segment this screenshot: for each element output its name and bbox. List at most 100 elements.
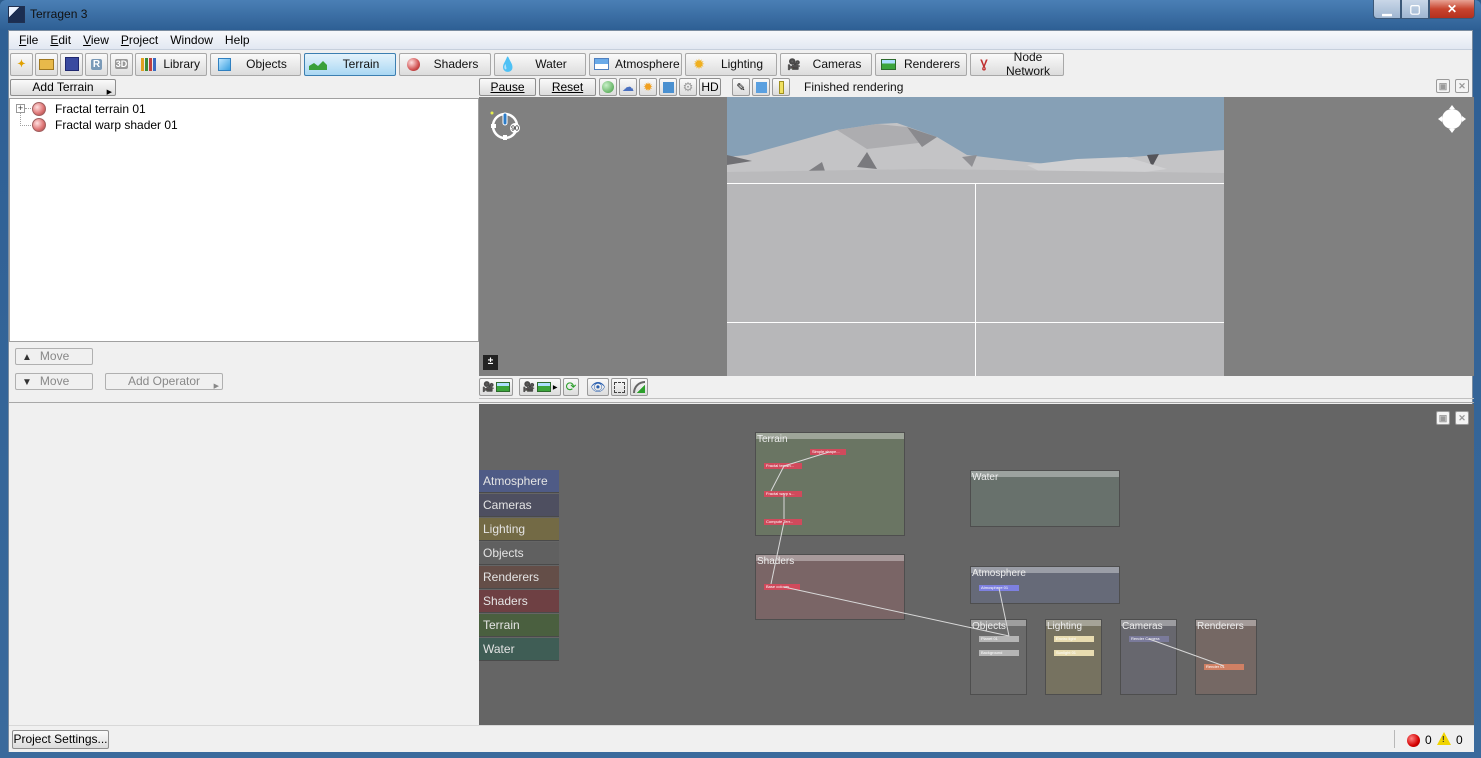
expand-icon[interactable]: + bbox=[16, 104, 25, 113]
tab-terrain[interactable]: Terrain bbox=[304, 52, 396, 76]
view-toggle-button[interactable]: 👁 bbox=[587, 378, 609, 396]
object-tool-button[interactable] bbox=[752, 78, 770, 96]
hd-toggle[interactable]: HD bbox=[699, 78, 721, 96]
project-settings-button[interactable]: Project Settings... bbox=[12, 730, 109, 749]
project-settings-label: Project Settings... bbox=[13, 732, 108, 746]
maximize-icon: ▢ bbox=[1409, 2, 1421, 16]
render-preview-button[interactable]: R bbox=[85, 52, 108, 76]
menu-help[interactable]: Help bbox=[219, 33, 256, 47]
warning-mark: ! bbox=[1442, 735, 1445, 744]
add-terrain-button[interactable]: Add Terrain ▶ bbox=[10, 79, 116, 96]
node-network-maximize-button[interactable]: ▣ bbox=[1436, 411, 1450, 425]
curve-icon bbox=[632, 381, 645, 393]
move-up-button[interactable]: ▲ Move bbox=[15, 348, 93, 365]
menu-bar: File Edit View Project Window Help bbox=[9, 31, 1472, 50]
node-network-close-button[interactable]: ✕ bbox=[1455, 411, 1469, 425]
tree-item-fractal-warp-shader[interactable]: Fractal warp shader 01 bbox=[32, 117, 178, 133]
tab-label: Water bbox=[535, 57, 567, 71]
detail-preview-toggle[interactable]: ⚙ bbox=[679, 78, 697, 96]
tab-cameras[interactable]: 🎥 Cameras bbox=[780, 52, 872, 76]
tab-renderers[interactable]: Renderers bbox=[875, 52, 967, 76]
error-icon[interactable] bbox=[1407, 734, 1420, 747]
client-area: File Edit View Project Window Help ✦ R 3D Lib… bbox=[8, 30, 1474, 752]
viewport-divider bbox=[479, 398, 1474, 399]
menu-accelerator: P bbox=[120, 33, 129, 47]
close-icon: ✕ bbox=[1458, 81, 1466, 91]
menu-label-rest: ile bbox=[26, 33, 39, 47]
arrow-up-icon: ▲ bbox=[22, 352, 32, 363]
add-operator-button[interactable]: Add Operator ▶ bbox=[105, 373, 223, 390]
cloud-preview-toggle[interactable]: ☁ bbox=[619, 78, 637, 96]
floppy-disk-icon bbox=[64, 57, 79, 71]
render-status-text: Finished rendering bbox=[804, 80, 904, 94]
books-icon bbox=[140, 56, 157, 72]
cube-icon bbox=[662, 81, 674, 93]
tree-item-label: Fractal warp shader 01 bbox=[55, 118, 178, 132]
tab-shaders[interactable]: Shaders bbox=[399, 52, 491, 76]
3d-preview-viewport[interactable]: 90 ± bbox=[479, 97, 1474, 376]
title-bar[interactable]: Terragen 3 ▁ ▢ ✕ bbox=[0, 0, 1481, 28]
menu-view[interactable]: View bbox=[77, 33, 115, 47]
exposure-toggle-icon[interactable]: ± bbox=[483, 355, 498, 370]
render-preview bbox=[727, 97, 1224, 376]
tab-lighting[interactable]: ✹ Lighting bbox=[685, 52, 777, 76]
node-wire bbox=[783, 586, 1010, 637]
tree-item-fractal-terrain[interactable]: Fractal terrain 01 bbox=[32, 101, 146, 117]
ruler-tool-button[interactable] bbox=[772, 78, 790, 96]
node-network-view[interactable]: Atmosphere Cameras Lighting Objects Renderer… bbox=[479, 404, 1474, 725]
close-icon: ✕ bbox=[1458, 413, 1466, 423]
water-drop-icon: 💧 bbox=[499, 55, 517, 72]
lighting-preview-toggle[interactable]: ✹ bbox=[639, 78, 657, 96]
copy-camera-to-render-button[interactable]: 🎥 bbox=[479, 378, 514, 396]
3d-preview-button[interactable]: 3D bbox=[110, 52, 133, 76]
camera-menu-button[interactable]: 🎥 ▶ bbox=[519, 378, 561, 396]
tab-water[interactable]: 💧 Water bbox=[494, 52, 586, 76]
move-down-button[interactable]: ▼ Move bbox=[15, 373, 93, 390]
reset-button[interactable]: Reset bbox=[539, 78, 596, 96]
save-project-button[interactable] bbox=[60, 52, 83, 76]
menu-label-rest: iew bbox=[90, 33, 109, 47]
warning-count: 0 bbox=[1456, 733, 1463, 747]
terrain-list-panel: Add Terrain ▶ + Fractal terrain 01 Fracta… bbox=[9, 79, 479, 399]
error-count: 0 bbox=[1425, 733, 1432, 747]
curve-tool-button[interactable] bbox=[629, 378, 648, 396]
pause-button[interactable]: Pause bbox=[479, 78, 536, 96]
compass-icon[interactable]: 90 bbox=[488, 109, 520, 141]
viewport-maximize-button[interactable]: ▣ bbox=[1436, 79, 1450, 93]
viewport-close-button[interactable]: ✕ bbox=[1455, 79, 1469, 93]
open-project-button[interactable] bbox=[35, 52, 58, 76]
minimize-button[interactable]: ▁ bbox=[1373, 0, 1401, 19]
node-wire bbox=[998, 587, 1010, 637]
terrain-icon bbox=[309, 56, 327, 72]
tab-label: Objects bbox=[246, 57, 287, 71]
status-bar: Project Settings... 0 ! 0 bbox=[9, 725, 1474, 752]
add-operator-label: Add Operator bbox=[127, 374, 201, 388]
maximize-button[interactable]: ▢ bbox=[1401, 0, 1429, 19]
tab-library[interactable]: Library bbox=[135, 52, 207, 76]
refresh-view-button[interactable]: ⟳ bbox=[562, 378, 580, 396]
menu-edit[interactable]: Edit bbox=[44, 33, 77, 47]
folder-open-icon bbox=[39, 58, 54, 70]
frame-view-button[interactable] bbox=[610, 378, 628, 396]
minimize-icon: ▁ bbox=[1382, 2, 1392, 16]
menu-project[interactable]: Project bbox=[115, 33, 164, 47]
sphere-icon bbox=[404, 56, 422, 72]
green-sphere-icon bbox=[602, 81, 614, 93]
navigation-widget-icon[interactable] bbox=[1438, 105, 1466, 133]
node-wire bbox=[1148, 638, 1225, 667]
close-button[interactable]: ✕ bbox=[1429, 0, 1475, 19]
camera-icon: 🎥 bbox=[522, 381, 535, 393]
sun-icon: ✹ bbox=[693, 55, 705, 72]
menu-window[interactable]: Window bbox=[164, 33, 219, 47]
menu-file[interactable]: File bbox=[13, 33, 44, 47]
tab-objects[interactable]: Objects bbox=[210, 52, 301, 76]
terrain-preview-toggle[interactable] bbox=[599, 78, 617, 96]
tab-node-network[interactable]: Ɣ Node Network bbox=[970, 50, 1064, 78]
objects-preview-toggle[interactable] bbox=[659, 78, 677, 96]
brush-tool-button[interactable]: ✎ bbox=[732, 78, 750, 96]
viewport-toolbar: Pause Reset ☁ ✹ ⚙ HD ✎ Finished renderin… bbox=[479, 77, 903, 97]
new-project-button[interactable]: ✦ bbox=[10, 52, 33, 76]
landscape-image-icon bbox=[536, 382, 551, 392]
tab-atmosphere[interactable]: Atmosphere bbox=[589, 52, 682, 76]
tab-label: Renderers bbox=[903, 57, 960, 71]
